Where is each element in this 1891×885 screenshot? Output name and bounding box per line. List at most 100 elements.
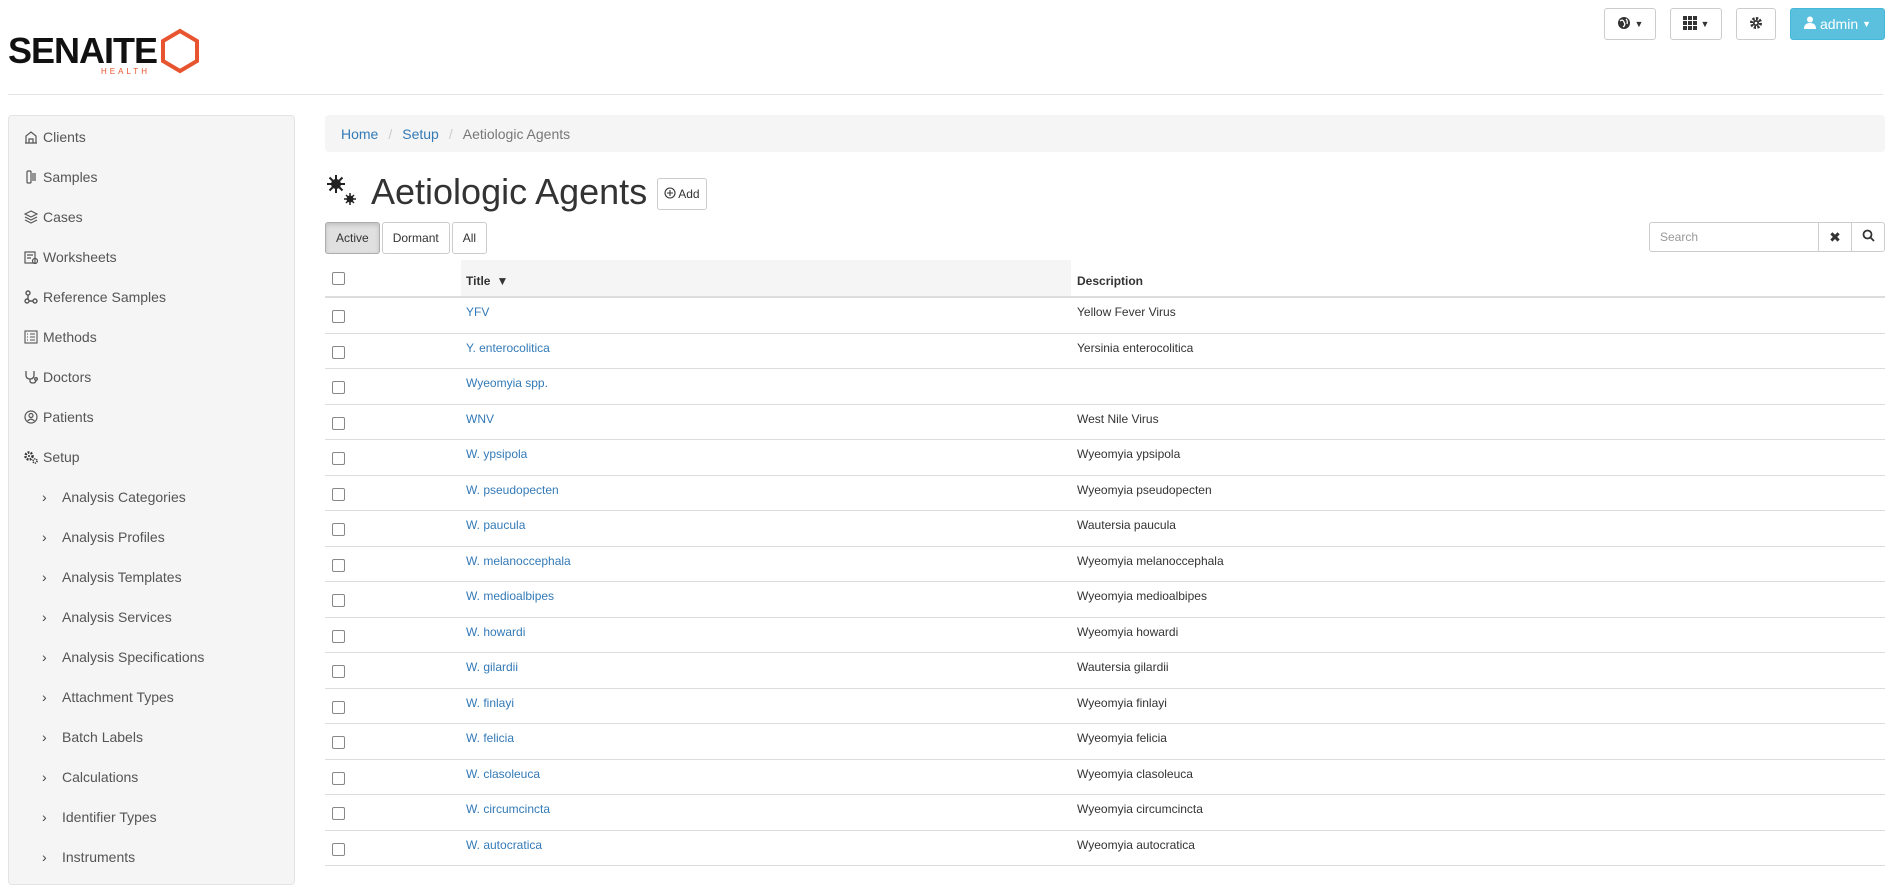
row-title-link[interactable]: W. melanoccephala xyxy=(466,554,571,568)
chevron-right-icon: › xyxy=(42,809,47,825)
sidebar-item-calculations[interactable]: › Calculations xyxy=(42,766,138,788)
row-description: Wautersia gilardii xyxy=(1077,660,1169,674)
apps-button[interactable]: ▼ xyxy=(1670,8,1722,40)
sidebar-item-worksheets[interactable]: Worksheets xyxy=(23,246,117,268)
row-title-link[interactable]: W. ypsipola xyxy=(466,447,527,461)
senaite-logo[interactable]: SENAITE HEALTH xyxy=(8,27,201,76)
row-checkbox[interactable] xyxy=(332,558,345,572)
table-row: W. felicia Wyeomyia felicia xyxy=(325,724,1885,760)
row-checkbox[interactable] xyxy=(332,594,345,607)
row-description: Wyeomyia ypsipola xyxy=(1077,447,1181,461)
settings-button[interactable] xyxy=(1736,8,1776,40)
row-checkbox[interactable] xyxy=(332,629,345,643)
row-checkbox[interactable] xyxy=(332,700,345,714)
filter-active-button[interactable]: Active xyxy=(325,222,380,254)
breadcrumb-home[interactable]: Home xyxy=(341,126,378,142)
reference-icon xyxy=(23,289,39,305)
sidebar-item-cases[interactable]: Cases xyxy=(23,206,83,228)
column-description-header[interactable]: Description xyxy=(1072,260,1885,296)
table-row: Wyeomyia spp. xyxy=(325,369,1885,405)
table-row: W. finlayi Wyeomyia finlayi xyxy=(325,689,1885,724)
row-title-link[interactable]: W. autocratica xyxy=(466,838,542,852)
row-title-link[interactable]: Y. enterocolitica xyxy=(466,341,550,355)
sidebar-item-label: Analysis Services xyxy=(62,609,172,625)
caret-down-icon: ▼ xyxy=(1700,19,1710,29)
chevron-right-icon: › xyxy=(42,689,47,705)
chevron-right-icon: › xyxy=(42,609,47,625)
sidebar-item-instruments[interactable]: › Instruments xyxy=(42,846,135,868)
column-title-label: Title xyxy=(466,274,491,288)
table-row: W. clasoleuca Wyeomyia clasoleuca xyxy=(325,760,1885,795)
add-button[interactable]: Add xyxy=(657,178,707,210)
sidebar-item-setup[interactable]: Setup xyxy=(23,446,80,468)
clear-search-button[interactable]: ✖ xyxy=(1818,222,1852,252)
select-all-checkbox[interactable] xyxy=(332,271,345,285)
add-button-label: Add xyxy=(678,187,700,201)
sidebar-item-attachment-types[interactable]: › Attachment Types xyxy=(42,686,174,708)
sidebar-item-clients[interactable]: Clients xyxy=(23,126,86,148)
sidebar-item-methods[interactable]: Methods xyxy=(23,326,97,348)
logo-subtitle: HEALTH xyxy=(101,67,150,76)
row-description: Wyeomyia medioalbipes xyxy=(1077,589,1207,603)
row-checkbox[interactable] xyxy=(332,665,345,678)
user-menu-button[interactable]: admin ▼ xyxy=(1790,8,1885,40)
row-checkbox[interactable] xyxy=(332,736,345,749)
row-title-link[interactable]: W. howardi xyxy=(466,625,525,639)
language-button[interactable]: ▼ xyxy=(1604,8,1656,40)
sidebar-item-analysis-categories[interactable]: › Analysis Categories xyxy=(42,486,186,508)
row-checkbox[interactable] xyxy=(332,523,345,536)
row-title-link[interactable]: YFV xyxy=(466,305,489,319)
sidebar-item-samples[interactable]: Samples xyxy=(23,166,97,188)
sidebar-item-reference-samples[interactable]: Reference Samples xyxy=(23,286,166,308)
row-checkbox[interactable] xyxy=(332,345,345,359)
search-bar: ✖ xyxy=(1649,222,1885,252)
sidebar-item-identifier-types[interactable]: › Identifier Types xyxy=(42,806,157,828)
column-description-label: Description xyxy=(1077,274,1144,288)
sidebar-item-patients[interactable]: Patients xyxy=(23,406,94,428)
chevron-right-icon: › xyxy=(42,769,47,785)
filter-all-button[interactable]: All xyxy=(451,222,488,254)
layers-icon xyxy=(23,209,39,225)
row-title-link[interactable]: W. medioalbipes xyxy=(466,589,554,603)
row-title-link[interactable]: W. clasoleuca xyxy=(466,767,540,781)
filter-dormant-button[interactable]: Dormant xyxy=(381,222,450,254)
sidebar-item-analysis-services[interactable]: › Analysis Services xyxy=(42,606,172,628)
sidebar-item-label: Reference Samples xyxy=(43,289,166,305)
sidebar-item-analysis-templates[interactable]: › Analysis Templates xyxy=(42,566,182,588)
row-title-link[interactable]: W. paucula xyxy=(466,518,525,532)
row-title-link[interactable]: W. gilardii xyxy=(466,660,518,674)
search-button[interactable] xyxy=(1851,222,1885,252)
sidebar-item-analysis-profiles[interactable]: › Analysis Profiles xyxy=(42,526,165,548)
row-title-link[interactable]: W. felicia xyxy=(466,731,514,745)
close-icon: ✖ xyxy=(1829,228,1841,245)
sidebar-item-label: Worksheets xyxy=(43,249,117,265)
sidebar-item-batch-labels[interactable]: › Batch Labels xyxy=(42,726,143,748)
row-title-link[interactable]: W. circumcincta xyxy=(466,802,550,816)
row-title-link[interactable]: Wyeomyia spp. xyxy=(466,376,548,390)
sidebar-item-label: Batch Labels xyxy=(62,729,143,745)
table-row: W. howardi Wyeomyia howardi xyxy=(325,618,1885,653)
breadcrumb: Home / Setup / Aetiologic Agents xyxy=(325,115,1885,152)
row-checkbox[interactable] xyxy=(332,416,345,430)
chevron-right-icon: › xyxy=(42,849,47,865)
row-title-link[interactable]: W. finlayi xyxy=(466,696,514,710)
select-all-cell xyxy=(332,260,345,296)
breadcrumb-setup[interactable]: Setup xyxy=(402,126,439,142)
sample-icon xyxy=(23,169,39,185)
row-checkbox[interactable] xyxy=(332,381,345,394)
column-title-header[interactable]: Title ▼ xyxy=(461,260,1071,296)
search-input[interactable] xyxy=(1649,222,1819,252)
row-description: Wyeomyia melanoccephala xyxy=(1077,553,1224,568)
row-title-link[interactable]: W. pseudopecten xyxy=(466,483,559,497)
sidebar-item-doctors[interactable]: Doctors xyxy=(23,366,91,388)
sidebar-item-label: Attachment Types xyxy=(62,689,174,705)
building-icon xyxy=(23,129,39,145)
sidebar-item-analysis-specifications[interactable]: › Analysis Specifications xyxy=(42,646,204,668)
row-checkbox[interactable] xyxy=(332,452,345,465)
row-title-link[interactable]: WNV xyxy=(466,412,494,426)
row-checkbox[interactable] xyxy=(332,771,345,785)
row-checkbox[interactable] xyxy=(332,807,345,820)
row-checkbox[interactable] xyxy=(332,310,345,323)
row-checkbox[interactable] xyxy=(332,487,345,501)
row-checkbox[interactable] xyxy=(332,842,345,856)
